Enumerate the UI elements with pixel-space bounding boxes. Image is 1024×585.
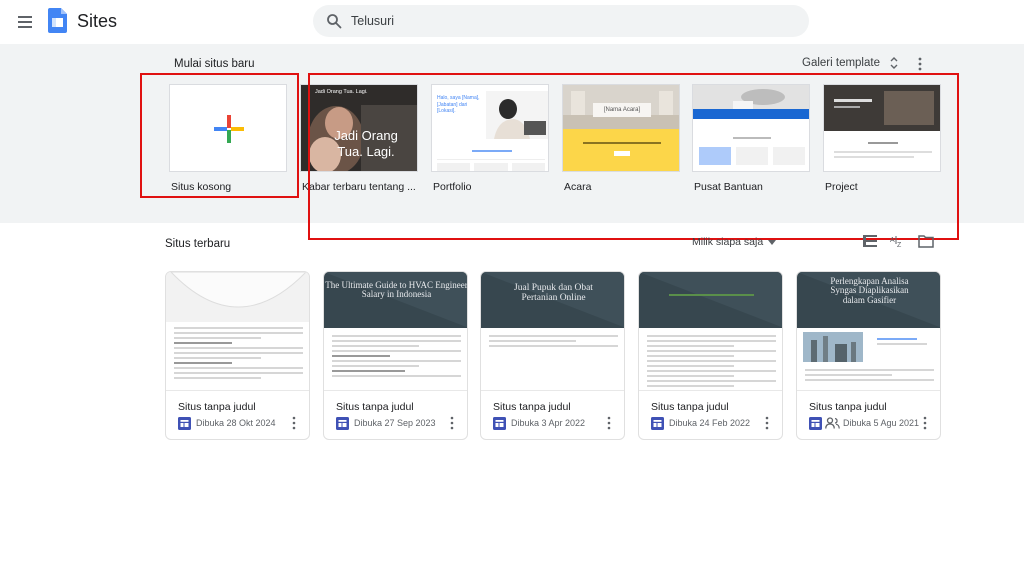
site-hero-title: The Ultimate Guide to HVAC Engineer Sala…: [325, 280, 468, 300]
site-thumbnail: [639, 272, 782, 391]
list-view-icon[interactable]: [862, 234, 878, 248]
recent-site-card[interactable]: Jual Pupuk dan Obat Pertanian Online Sit…: [480, 271, 625, 440]
search-bar[interactable]: [313, 5, 809, 37]
template-event[interactable]: [Nama Acara] Acara: [562, 84, 680, 193]
shared-people-icon: [825, 417, 840, 429]
site-opened-date: Dibuka 3 Apr 2022: [511, 418, 586, 428]
sort-az-icon[interactable]: A Z: [890, 234, 906, 248]
site-opened-date: Dibuka 27 Sep 2023: [354, 418, 436, 428]
dropdown-arrow-icon: [768, 239, 777, 245]
site-title: Situs tanpa judul: [336, 401, 414, 413]
site-title: Situs tanpa judul: [178, 401, 256, 413]
recent-section-title: Situs terbaru: [165, 238, 231, 250]
folder-icon[interactable]: [918, 234, 934, 248]
template-help-center[interactable]: Pusat Bantuan: [692, 84, 810, 193]
site-thumbnail: The Ultimate Guide to HVAC Engineer Sala…: [324, 272, 468, 391]
svg-text:Z: Z: [897, 242, 902, 248]
recent-site-card[interactable]: Situs tanpa judul Dibuka 28 Okt 2024: [165, 271, 310, 440]
template-thumbnail: [692, 84, 810, 172]
sites-file-icon: [336, 417, 349, 430]
workspace-illustration: [824, 85, 940, 131]
app-header: Sites: [0, 0, 1024, 44]
sites-file-icon: [651, 417, 664, 430]
template-label: Project: [825, 181, 858, 193]
thumb-event-name: [Nama Acara]: [593, 103, 651, 117]
template-thumbnail: [823, 84, 941, 172]
thumb-intro-text: Halo, saya [Nama], [Jabatan] dari [Lokas…: [437, 95, 480, 114]
plant-illustration: [803, 332, 863, 362]
template-gallery-button[interactable]: Galeri template: [802, 57, 898, 69]
more-vert-icon[interactable]: [922, 416, 928, 430]
recent-site-card[interactable]: Situs tanpa judul Dibuka 24 Feb 2022: [638, 271, 783, 440]
search-icon[interactable]: [326, 13, 342, 29]
template-label: Pusat Bantuan: [694, 181, 763, 193]
more-vert-icon[interactable]: [606, 416, 612, 430]
recent-site-card[interactable]: The Ultimate Guide to HVAC Engineer Sala…: [323, 271, 468, 440]
sites-file-icon: [493, 417, 506, 430]
template-thumbnail: Halo, saya [Nama], [Jabatan] dari [Lokas…: [431, 84, 549, 172]
template-parent-news[interactable]: Jadi Orang Tua. Lagi. Jadi Orang Tua. La…: [300, 84, 418, 193]
template-section-title: Mulai situs baru: [174, 58, 255, 70]
site-title: Situs tanpa judul: [651, 401, 729, 413]
template-gallery-label: Galeri template: [802, 57, 880, 69]
main-menu-button[interactable]: [15, 13, 35, 31]
recent-site-card[interactable]: Perlengkapan Analisa Syngas Diaplikasika…: [796, 271, 941, 440]
more-options-icon[interactable]: [916, 57, 924, 71]
sites-file-icon: [178, 417, 191, 430]
more-vert-icon[interactable]: [449, 416, 455, 430]
template-label: Portfolio: [433, 181, 472, 193]
search-input[interactable]: [351, 12, 781, 30]
app-title: Sites: [77, 11, 118, 31]
template-thumbnail: [169, 84, 287, 172]
unfold-icon: [890, 57, 898, 69]
site-opened-date: Dibuka 24 Feb 2022: [669, 418, 751, 428]
site-opened-date: Dibuka 5 Agu 2021: [843, 418, 920, 428]
template-label: Situs kosong: [171, 181, 232, 193]
site-opened-date: Dibuka 28 Okt 2024: [196, 418, 276, 428]
site-hero-title: Perlengkapan Analisa Syngas Diaplikasika…: [830, 276, 909, 305]
template-label: Acara: [564, 181, 592, 193]
owner-filter-dropdown[interactable]: Milik siapa saja: [692, 236, 777, 248]
site-thumbnail: Jual Pupuk dan Obat Pertanian Online: [481, 272, 624, 391]
template-label: Kabar terbaru tentang ...: [302, 181, 416, 193]
plus-icon: [214, 115, 244, 143]
template-blank[interactable]: Situs kosong: [169, 84, 287, 193]
sites-logo-icon[interactable]: [48, 8, 67, 33]
template-project[interactable]: Project: [823, 84, 941, 193]
portrait-illustration: [486, 91, 548, 139]
bowl-illustration: [166, 272, 309, 322]
more-vert-icon[interactable]: [764, 416, 770, 430]
template-thumbnail: Jadi Orang Tua. Lagi. Jadi Orang Tua. La…: [300, 84, 418, 172]
site-hero-title: Jual Pupuk dan Obat Pertanian Online: [514, 283, 593, 303]
site-thumbnail: Perlengkapan Analisa Syngas Diaplikasika…: [797, 272, 940, 391]
thumb-headline: Jadi Orang Tua. Lagi.: [334, 128, 398, 160]
site-title: Situs tanpa judul: [493, 401, 571, 413]
more-vert-icon[interactable]: [291, 416, 297, 430]
sites-file-icon: [809, 417, 822, 430]
svg-text:A: A: [890, 237, 895, 244]
template-thumbnail: [Nama Acara]: [562, 84, 680, 172]
site-thumbnail: [166, 272, 309, 391]
template-portfolio[interactable]: Halo, saya [Nama], [Jabatan] dari [Lokas…: [431, 84, 549, 193]
thumb-nav-title: Jadi Orang Tua. Lagi.: [315, 89, 368, 95]
site-title: Situs tanpa judul: [809, 401, 887, 413]
owner-filter-label: Milik siapa saja: [692, 236, 764, 248]
